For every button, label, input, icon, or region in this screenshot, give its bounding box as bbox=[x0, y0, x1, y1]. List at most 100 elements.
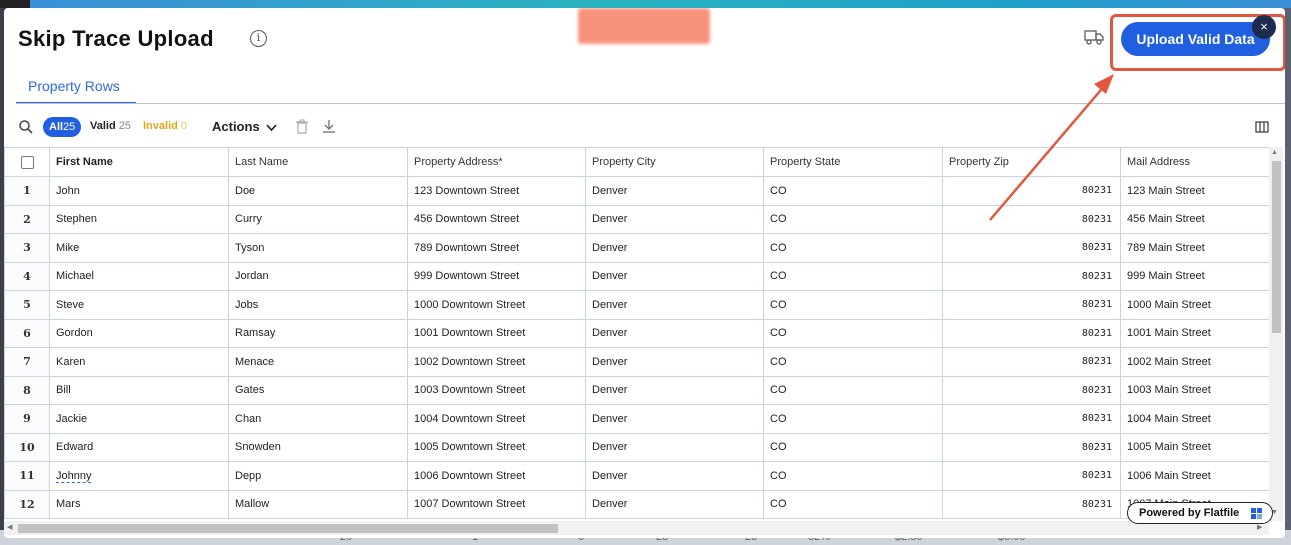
cell-property-zip[interactable]: 80231 bbox=[942, 290, 1121, 320]
cell-property-city[interactable]: Denver bbox=[585, 290, 764, 320]
cell-first-name[interactable]: Michael bbox=[49, 261, 229, 291]
cell-last-name[interactable]: Jordan bbox=[228, 261, 408, 291]
cell-first-name[interactable]: Jackie bbox=[49, 404, 229, 434]
cell-last-name[interactable]: Curry bbox=[228, 204, 408, 234]
column-header[interactable]: Property City bbox=[585, 147, 764, 177]
table-row[interactable]: 2 Stephen Curry 456 Downtown Street Denver CO… bbox=[4, 204, 1269, 234]
cell-property-zip[interactable]: 80231 bbox=[942, 404, 1121, 434]
table-row[interactable]: 9 Jackie Chan 1004 Downtown Street Denver CO 8… bbox=[4, 404, 1269, 434]
cell-property-state[interactable]: CO bbox=[763, 404, 943, 434]
cell-property-state[interactable]: CO bbox=[763, 233, 943, 263]
cell-mail-address[interactable]: 789 Main Street bbox=[1120, 233, 1269, 263]
table-row[interactable]: 12 Mars Mallow 1007 Downtown Street Denver CO… bbox=[4, 489, 1269, 519]
table-row[interactable]: 8 Bill Gates 1003 Downtown Street Denver CO 80… bbox=[4, 375, 1269, 405]
cell-property-state[interactable]: CO bbox=[763, 318, 943, 348]
cell-last-name[interactable]: Gates bbox=[228, 375, 408, 405]
cell-property-zip[interactable]: 80231 bbox=[942, 318, 1121, 348]
cell-first-name[interactable]: Bill bbox=[49, 375, 229, 405]
cell-property-state[interactable]: CO bbox=[763, 176, 943, 206]
filter-valid[interactable]: Valid 25 bbox=[90, 120, 131, 132]
cell-mail-address[interactable]: 1000 Main Street bbox=[1120, 290, 1269, 320]
column-header[interactable]: Property Address* bbox=[407, 147, 586, 177]
cell-property-city[interactable]: Denver bbox=[585, 432, 764, 462]
cell-property-state[interactable]: CO bbox=[763, 461, 943, 491]
cell-last-name[interactable]: Snowden bbox=[228, 432, 408, 462]
cell-property-address[interactable]: 999 Downtown Street bbox=[407, 261, 586, 291]
powered-by-badge[interactable]: Powered by Flatfile bbox=[1127, 502, 1273, 524]
cell-property-zip[interactable]: 80231 bbox=[942, 204, 1121, 234]
cell-mail-address[interactable]: 1002 Main Street bbox=[1120, 347, 1269, 377]
cell-property-address[interactable]: 1007 Downtown Street bbox=[407, 489, 586, 519]
info-icon[interactable]: i bbox=[250, 30, 267, 47]
cell-property-city[interactable]: Denver bbox=[585, 461, 764, 491]
actions-dropdown[interactable]: Actions bbox=[212, 119, 277, 134]
cell-mail-address[interactable]: 1003 Main Street bbox=[1120, 375, 1269, 405]
cell-property-zip[interactable]: 80231 bbox=[942, 375, 1121, 405]
download-icon[interactable] bbox=[322, 119, 336, 134]
cell-first-name[interactable]: John bbox=[49, 176, 229, 206]
cell-property-address[interactable]: 789 Downtown Street bbox=[407, 233, 586, 263]
trash-icon[interactable] bbox=[295, 119, 309, 134]
cell-property-zip[interactable]: 80231 bbox=[942, 432, 1121, 462]
cell-property-city[interactable]: Denver bbox=[585, 489, 764, 519]
columns-icon[interactable] bbox=[1255, 120, 1269, 134]
cell-mail-address[interactable]: 1004 Main Street bbox=[1120, 404, 1269, 434]
cell-mail-address[interactable]: 999 Main Street bbox=[1120, 261, 1269, 291]
cell-mail-address[interactable]: 1006 Main Street bbox=[1120, 461, 1269, 491]
column-header[interactable]: Property State bbox=[763, 147, 943, 177]
cell-property-zip[interactable]: 80231 bbox=[942, 233, 1121, 263]
cell-last-name[interactable]: Depp bbox=[228, 461, 408, 491]
table-row[interactable]: 11 Johnny Depp 1006 Downtown Street Denver CO… bbox=[4, 461, 1269, 491]
horizontal-scroll-thumb[interactable] bbox=[18, 524, 558, 533]
cell-property-state[interactable]: CO bbox=[763, 375, 943, 405]
cell-property-address[interactable]: 123 Downtown Street bbox=[407, 176, 586, 206]
cell-mail-address[interactable]: 1001 Main Street bbox=[1120, 318, 1269, 348]
cell-mail-address[interactable]: 1005 Main Street bbox=[1120, 432, 1269, 462]
table-row[interactable]: 5 Steve Jobs 1000 Downtown Street Denver CO 80… bbox=[4, 290, 1269, 320]
cell-last-name[interactable]: Mallow bbox=[228, 489, 408, 519]
tab-property-rows[interactable]: Property Rows bbox=[16, 70, 136, 104]
cell-property-state[interactable]: CO bbox=[763, 261, 943, 291]
cell-first-name[interactable]: Edward bbox=[49, 432, 229, 462]
cell-property-address[interactable]: 1001 Downtown Street bbox=[407, 318, 586, 348]
table-row[interactable]: 3 Mike Tyson 789 Downtown Street Denver CO 802… bbox=[4, 233, 1269, 263]
filter-all[interactable]: All25 bbox=[43, 117, 82, 137]
cell-property-city[interactable]: Denver bbox=[585, 318, 764, 348]
filter-invalid[interactable]: Invalid 0 bbox=[143, 120, 187, 132]
cell-property-state[interactable]: CO bbox=[763, 290, 943, 320]
upload-valid-data-button[interactable]: Upload Valid Data bbox=[1121, 22, 1270, 56]
cell-property-zip[interactable]: 80231 bbox=[942, 347, 1121, 377]
cell-first-name[interactable]: Mars bbox=[49, 489, 229, 519]
cell-property-state[interactable]: CO bbox=[763, 347, 943, 377]
close-icon[interactable]: × bbox=[1252, 15, 1276, 39]
column-header[interactable]: Property Zip bbox=[942, 147, 1121, 177]
cell-first-name[interactable]: Johnny bbox=[49, 461, 229, 491]
table-row[interactable]: 6 Gordon Ramsay 1001 Downtown Street Denver C… bbox=[4, 318, 1269, 348]
cell-last-name[interactable]: Jobs bbox=[228, 290, 408, 320]
cell-property-city[interactable]: Denver bbox=[585, 261, 764, 291]
cell-property-city[interactable]: Denver bbox=[585, 347, 764, 377]
cell-property-zip[interactable]: 80231 bbox=[942, 489, 1121, 519]
cell-property-zip[interactable]: 80231 bbox=[942, 261, 1121, 291]
cell-property-city[interactable]: Denver bbox=[585, 233, 764, 263]
cell-last-name[interactable]: Menace bbox=[228, 347, 408, 377]
cell-property-address[interactable]: 1000 Downtown Street bbox=[407, 290, 586, 320]
column-header[interactable]: First Name bbox=[49, 147, 229, 177]
cell-mail-address[interactable]: 456 Main Street bbox=[1120, 204, 1269, 234]
cell-property-address[interactable]: 456 Downtown Street bbox=[407, 204, 586, 234]
cell-property-city[interactable]: Denver bbox=[585, 176, 764, 206]
cell-property-address[interactable]: 1005 Downtown Street bbox=[407, 432, 586, 462]
cell-first-name[interactable]: Stephen bbox=[49, 204, 229, 234]
cell-property-zip[interactable]: 80231 bbox=[942, 461, 1121, 491]
column-header[interactable]: Last Name bbox=[228, 147, 408, 177]
cell-last-name[interactable]: Doe bbox=[228, 176, 408, 206]
cell-mail-address[interactable]: 123 Main Street bbox=[1120, 176, 1269, 206]
cell-property-address[interactable]: 1002 Downtown Street bbox=[407, 347, 586, 377]
cell-property-state[interactable]: CO bbox=[763, 432, 943, 462]
column-header[interactable]: Mail Address bbox=[1120, 147, 1269, 177]
table-row[interactable]: 1 John Doe 123 Downtown Street Denver CO 80231… bbox=[4, 176, 1269, 206]
cell-last-name[interactable]: Tyson bbox=[228, 233, 408, 263]
table-row[interactable]: 4 Michael Jordan 999 Downtown Street Denver C… bbox=[4, 261, 1269, 291]
search-icon[interactable] bbox=[18, 119, 34, 135]
cell-first-name[interactable]: Mike bbox=[49, 233, 229, 263]
